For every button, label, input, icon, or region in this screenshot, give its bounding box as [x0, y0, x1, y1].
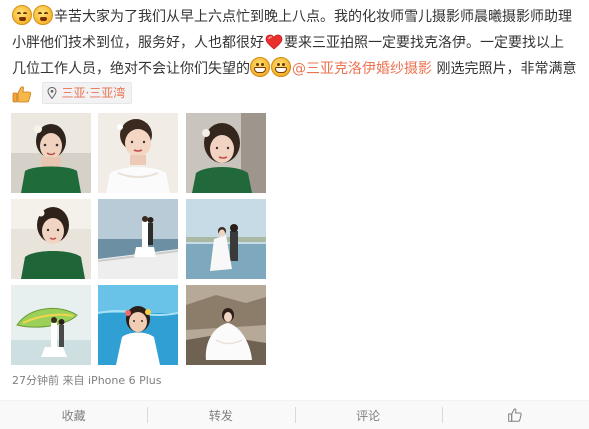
heart-icon [265, 34, 283, 50]
like-button[interactable] [441, 401, 589, 429]
photo-thumbnail[interactable] [98, 199, 178, 279]
photo-thumbnail[interactable] [186, 285, 266, 365]
photo-thumbnail[interactable] [11, 199, 91, 279]
photo-thumbnail[interactable] [11, 113, 91, 193]
photo-thumbnail[interactable] [98, 113, 178, 193]
location-tag[interactable]: 三亚·三亚湾 [42, 82, 133, 104]
source-prefix: 来自 [62, 374, 85, 387]
photo-thumbnail[interactable] [11, 285, 91, 365]
repost-button[interactable]: 转发 [147, 401, 294, 429]
repost-label: 转发 [208, 408, 233, 423]
location-label: 三亚·三亚湾 [61, 86, 126, 100]
grinning-face-icon [271, 57, 291, 77]
tired-face-icon [33, 5, 53, 25]
post-meta: 27分钟前 来自 iPhone 6 Plus [12, 372, 162, 388]
photo-thumbnail[interactable] [186, 113, 266, 193]
weibo-post: 辛苦大家为了我们从早上六点忙到晚上八点。我的化妆师雪儿摄影师晨曦摄影师助理小胖他… [0, 0, 589, 429]
favorite-label: 收藏 [61, 408, 86, 423]
post-text-part3: 刚选完照片，非常满意 [432, 61, 577, 77]
photo-grid [11, 113, 266, 365]
location-pin-icon [47, 87, 57, 99]
source-device[interactable]: iPhone 6 Plus [88, 374, 162, 387]
comment-label: 评论 [356, 408, 381, 423]
photo-thumbnail[interactable] [186, 199, 266, 279]
action-bar: 收藏 转发 评论 [0, 400, 589, 429]
post-time[interactable]: 27分钟前 [12, 374, 59, 387]
thumbs-up-icon [508, 408, 523, 422]
photo-thumbnail[interactable] [98, 285, 178, 365]
post-text: 辛苦大家为了我们从早上六点忙到晚上八点。我的化妆师雪儿摄影师晨曦摄影师助理小胖他… [12, 4, 577, 109]
favorite-button[interactable]: 收藏 [0, 401, 147, 429]
grinning-face-icon [250, 57, 270, 77]
thumbs-up-icon [12, 86, 32, 103]
comment-button[interactable]: 评论 [294, 401, 442, 429]
tired-face-icon [12, 5, 32, 25]
mention-link[interactable]: @三亚克洛伊婚纱摄影 [292, 61, 432, 77]
